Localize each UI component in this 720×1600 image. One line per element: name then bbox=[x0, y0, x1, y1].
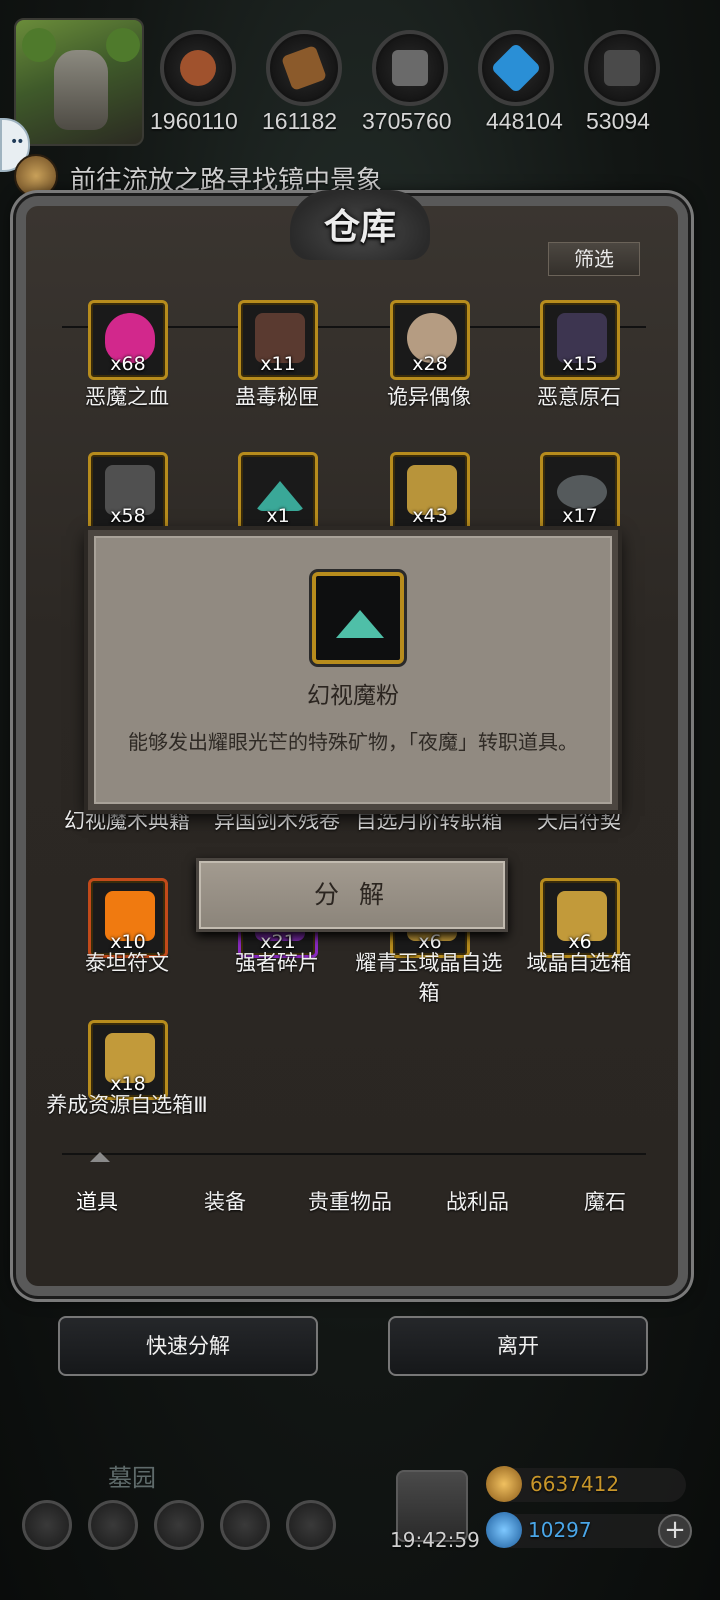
wood-resource-icon[interactable] bbox=[266, 30, 342, 106]
item-name: 诡异偶像 bbox=[387, 385, 471, 409]
item-slot[interactable]: x15 bbox=[540, 300, 620, 380]
item-name: 域晶自选箱 bbox=[526, 951, 632, 975]
item-slot[interactable]: x1 bbox=[238, 452, 318, 532]
item-detail-icon-frame bbox=[312, 572, 404, 664]
item-slot[interactable]: x11 bbox=[238, 300, 318, 380]
crystal-resource-icon[interactable] bbox=[478, 30, 554, 106]
item-slot[interactable]: x10 bbox=[88, 878, 168, 958]
item-name: 天启符契 bbox=[537, 809, 621, 833]
tab-items[interactable]: 道具 bbox=[76, 1186, 118, 1216]
item-name: 蛊毒秘匣 bbox=[235, 385, 319, 409]
item-slot[interactable]: x68 bbox=[88, 300, 168, 380]
item-slot[interactable]: x17 bbox=[540, 452, 620, 532]
item-name: 泰坦符文 bbox=[85, 951, 169, 975]
decompose-button[interactable]: 分 解 bbox=[196, 858, 508, 932]
crystal-count: 448104 bbox=[486, 108, 563, 134]
active-tab-indicator bbox=[90, 1152, 110, 1162]
area-name: 墓园 bbox=[108, 1464, 156, 1492]
palm-decoration bbox=[22, 28, 56, 62]
item-name: 强者碎片 bbox=[235, 951, 319, 975]
tab-magic-stones[interactable]: 魔石 bbox=[584, 1186, 626, 1216]
item-name: 恶魔之血 bbox=[85, 385, 169, 409]
tab-valuables[interactable]: 贵重物品 bbox=[308, 1186, 392, 1216]
item-slot[interactable]: x58 bbox=[88, 452, 168, 532]
quick-decompose-button[interactable]: 快速分解 bbox=[58, 1316, 318, 1376]
powder-pile-icon bbox=[336, 610, 384, 638]
stone-count: 53094 bbox=[586, 108, 650, 134]
item-detail-popup: 幻视魔粉 能够发出耀眼光芒的特殊矿物，「夜魔」转职道具。 bbox=[88, 530, 618, 810]
guild-icon[interactable] bbox=[286, 1500, 336, 1550]
iron-resource-icon[interactable] bbox=[372, 30, 448, 106]
item-name: 幻视魔术典籍 bbox=[64, 809, 190, 833]
add-currency-button[interactable]: + bbox=[658, 1514, 692, 1548]
player-avatar[interactable] bbox=[14, 18, 144, 146]
item-name: 养成资源自选箱Ⅲ bbox=[46, 1093, 208, 1117]
mail-icon[interactable] bbox=[220, 1500, 270, 1550]
item-name: 异国剑术残卷 bbox=[214, 809, 340, 833]
item-slot[interactable]: x6 bbox=[540, 878, 620, 958]
wood-count: 161182 bbox=[262, 108, 338, 134]
item-slot[interactable]: x43 bbox=[390, 452, 470, 532]
character-icon[interactable] bbox=[154, 1500, 204, 1550]
settings-icon[interactable] bbox=[22, 1500, 72, 1550]
item-slot[interactable]: x28 bbox=[390, 300, 470, 380]
stone-resource-icon[interactable] bbox=[584, 30, 660, 106]
avatar-portrait bbox=[54, 50, 108, 130]
gold-amount: 6637412 bbox=[530, 1472, 620, 1496]
item-name: 耀青玉域晶自选箱 bbox=[355, 951, 503, 1005]
warehouse-title: 仓库 bbox=[323, 206, 396, 248]
item-slot[interactable]: x18 bbox=[88, 1020, 168, 1100]
iron-count: 3705760 bbox=[362, 108, 452, 134]
meat-resource-icon[interactable] bbox=[160, 30, 236, 106]
countdown-timer: 19:42:59 bbox=[390, 1528, 480, 1552]
tab-equipment[interactable]: 装备 bbox=[204, 1186, 246, 1216]
diamond-amount: 10297 bbox=[528, 1518, 592, 1542]
leave-button[interactable]: 离开 bbox=[388, 1316, 648, 1376]
item-detail-description: 能够发出耀眼光芒的特殊矿物，「夜魔」转职道具。 bbox=[128, 730, 578, 754]
gold-coin-icon bbox=[486, 1466, 522, 1502]
meat-count: 1960110 bbox=[150, 108, 238, 134]
item-name: 自选月阶转职箱 bbox=[355, 809, 503, 833]
tab-loot[interactable]: 战利品 bbox=[446, 1186, 509, 1216]
quest-scroll-icon[interactable] bbox=[14, 154, 58, 198]
divider bbox=[62, 1153, 646, 1155]
skills-icon[interactable] bbox=[88, 1500, 138, 1550]
filter-button[interactable]: 筛选 bbox=[548, 242, 640, 276]
palm-decoration bbox=[106, 28, 140, 62]
item-name: 恶意原石 bbox=[537, 385, 621, 409]
item-detail-name: 幻视魔粉 bbox=[307, 683, 399, 709]
ore-chunk-icon bbox=[557, 475, 607, 509]
diamond-icon bbox=[486, 1512, 522, 1548]
